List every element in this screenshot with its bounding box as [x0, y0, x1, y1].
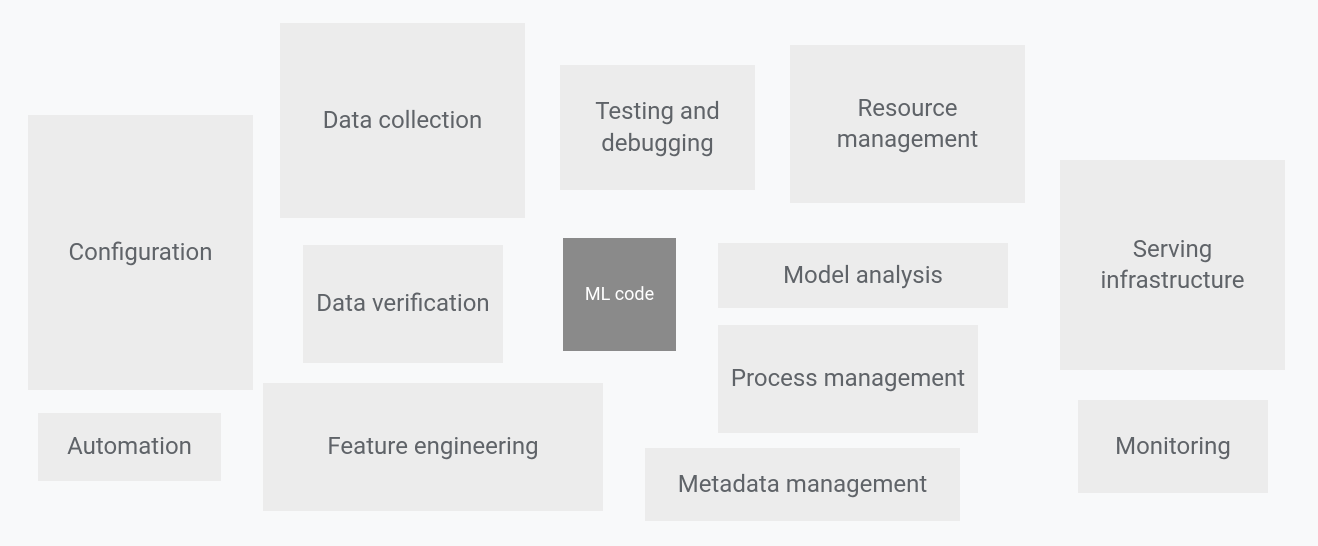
box-label: ML code — [585, 283, 654, 306]
box-label: Metadata management — [678, 469, 928, 500]
box-model-analysis: Model analysis — [718, 243, 1008, 308]
box-testing-debugging: Testing and debugging — [560, 65, 755, 190]
box-data-collection: Data collection — [280, 23, 525, 218]
box-monitoring: Monitoring — [1078, 400, 1268, 493]
box-serving-infrastructure: Serving infrastructure — [1060, 160, 1285, 370]
box-label: Feature engineering — [327, 431, 538, 462]
box-label: Serving infrastructure — [1070, 234, 1275, 296]
box-automation: Automation — [38, 413, 221, 481]
box-label: Data verification — [316, 288, 489, 319]
box-label: Process management — [731, 363, 965, 394]
box-configuration: Configuration — [28, 115, 253, 390]
box-label: Resource management — [800, 93, 1015, 155]
box-resource-management: Resource management — [790, 45, 1025, 203]
box-ml-code: ML code — [563, 238, 676, 351]
box-metadata-management: Metadata management — [645, 448, 960, 521]
box-label: Automation — [67, 431, 192, 462]
box-process-management: Process management — [718, 325, 978, 433]
box-label: Configuration — [69, 237, 213, 268]
box-label: Model analysis — [783, 260, 943, 291]
box-label: Monitoring — [1115, 431, 1231, 462]
box-data-verification: Data verification — [303, 245, 503, 363]
box-label: Data collection — [323, 105, 483, 136]
box-label: Testing and debugging — [570, 96, 745, 158]
box-feature-engineering: Feature engineering — [263, 383, 603, 511]
